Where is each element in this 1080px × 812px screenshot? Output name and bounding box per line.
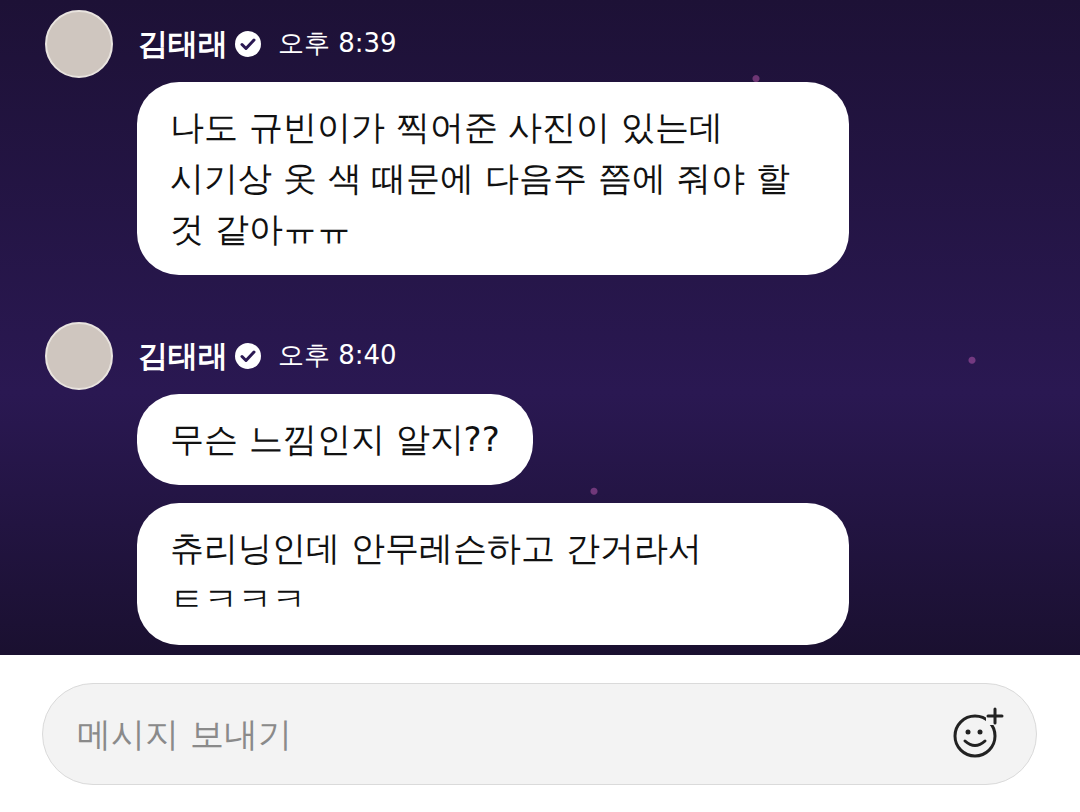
- message-bubble: 무슨 느낌인지 알지??: [137, 394, 533, 485]
- bubble-list: 나도 규빈이가 찍어준 사진이 있는데 시기상 옷 색 때문에 다음주 쯤에 줘…: [0, 82, 1080, 275]
- message-input[interactable]: [75, 708, 948, 761]
- message-field: [42, 683, 1037, 785]
- emoji-add-icon[interactable]: [948, 705, 1006, 763]
- message-time: 오후 8:40: [278, 340, 397, 371]
- message-bubble: 나도 규빈이가 찍어준 사진이 있는데 시기상 옷 색 때문에 다음주 쯤에 줘…: [137, 82, 849, 275]
- message-group: 김태래 오후 8:40 무슨 느낌인지 알지?? 츄리닝인데 안무레슨하고 간거라서 …: [0, 322, 1080, 645]
- message-time: 오후 8:39: [278, 28, 397, 59]
- sender-name: 김태래: [138, 338, 228, 374]
- message-list: 김태래 오후 8:39 나도 규빈이가 찍어준 사진이 있는데 시기상 옷 색 때문…: [0, 0, 1080, 655]
- bubble-list: 무슨 느낌인지 알지?? 츄리닝인데 안무레슨하고 간거라서 ㅌㅋㅋㅋ: [0, 394, 1080, 645]
- chat-window: 김태래 오후 8:39 나도 규빈이가 찍어준 사진이 있는데 시기상 옷 색 때문…: [0, 0, 1080, 812]
- message-bubble: 츄리닝인데 안무레슨하고 간거라서 ㅌㅋㅋㅋ: [137, 503, 849, 645]
- message-header: 김태래 오후 8:40: [0, 322, 1080, 390]
- compose-bar: [0, 655, 1080, 812]
- message-group: 김태래 오후 8:39 나도 규빈이가 찍어준 사진이 있는데 시기상 옷 색 때문…: [0, 10, 1080, 275]
- sender-name: 김태래: [138, 26, 228, 62]
- avatar-icon[interactable]: [45, 10, 113, 78]
- verified-icon: [234, 342, 262, 370]
- message-header: 김태래 오후 8:39: [0, 10, 1080, 78]
- verified-icon: [234, 30, 262, 58]
- avatar-icon[interactable]: [45, 322, 113, 390]
